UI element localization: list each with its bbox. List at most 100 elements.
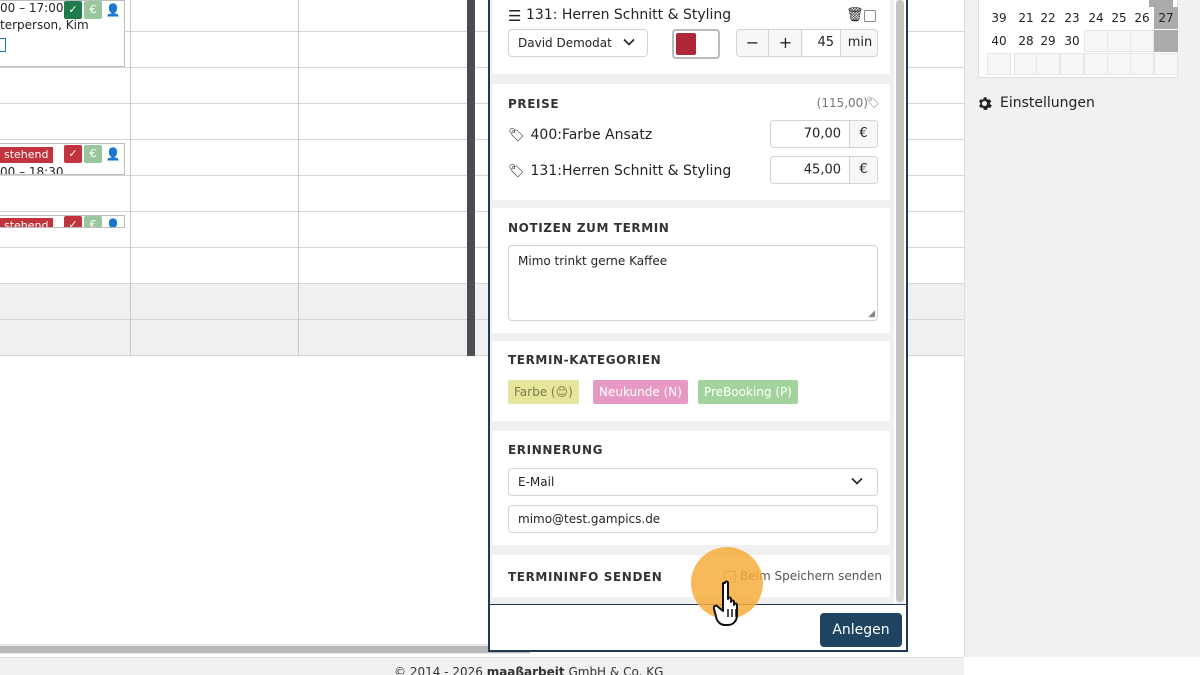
currency-label: € [849, 121, 877, 147]
reminder-email-value: mimo@test.gampics.de [518, 512, 661, 526]
euro-icon: € [84, 145, 102, 163]
duration-stepper[interactable]: − + 45 min [736, 29, 878, 57]
info-icon [0, 38, 6, 52]
tag-icon: 🏷 [866, 96, 880, 109]
calendar-day-empty [987, 53, 1011, 75]
calendar-day-selected-week [1154, 30, 1178, 52]
gear-icon [979, 96, 992, 110]
duration-input[interactable]: 45 [803, 30, 841, 56]
euro-icon: € [84, 1, 102, 19]
price-item: 🏷 400:Farbe Ansatz [508, 127, 652, 143]
calendar-day[interactable]: 26 [1130, 7, 1154, 29]
calendar-day-selected[interactable]: 27 [1154, 7, 1178, 29]
calendar-day-empty [1084, 30, 1108, 52]
drag-handle-icon[interactable]: ☰ [508, 7, 521, 25]
calendar-day-empty [1014, 53, 1038, 75]
reminder-email-input[interactable]: mimo@test.gampics.de [508, 505, 878, 533]
notes-value: Mimo trinkt gerne Kaffee [518, 254, 668, 268]
calendar-day-empty [1130, 30, 1154, 52]
calendar-day-empty [1060, 53, 1084, 75]
calendar-day-empty [1036, 53, 1060, 75]
horizontal-scrollbar-thumb[interactable] [0, 646, 530, 653]
category-chip-label: Farbe (😊) [514, 385, 573, 399]
confirmed-icon: ✓ [64, 145, 82, 163]
mini-calendar[interactable]: 39 21 22 23 24 25 26 27 40 28 29 30 [978, 0, 1178, 78]
appointment-time: 00 – 17:00 [0, 1, 64, 15]
price-item-label: 400:Farbe Ansatz [530, 127, 653, 143]
currency-label: € [849, 157, 877, 183]
calendar-day[interactable]: 30 [1060, 30, 1084, 52]
appointment-card[interactable]: stehend ✓ € 👤 [0, 215, 125, 228]
decrement-button[interactable]: − [737, 30, 769, 56]
footer-copyright: © 2014 - 2026 maaßarbeit GmbH & Co. KG [394, 665, 664, 675]
price-value: 70,00 [803, 126, 841, 142]
create-button[interactable]: Anlegen [820, 613, 902, 647]
calendar-day[interactable]: 23 [1060, 7, 1084, 29]
status-badge: stehend [0, 218, 53, 227]
calendar-week-number: 40 [991, 34, 1007, 48]
calendar-day-empty [1154, 53, 1178, 75]
send-info-title: TERMININFO SENDEN [508, 570, 663, 584]
service-title: 131: Herren Schnitt & Styling [526, 7, 732, 23]
prices-section: PREISE (115,00) 🏷 🏷 400:Farbe Ansatz 70,… [492, 84, 890, 200]
person-check-icon: 👤 [105, 147, 121, 161]
grid-column-divider [130, 0, 131, 356]
categories-title: TERMIN-KATEGORIEN [508, 353, 662, 367]
notes-textarea[interactable]: Mimo trinkt gerne Kaffee ◢ [508, 245, 878, 321]
trash-icon[interactable]: 🗑 [846, 7, 864, 23]
calendar-day[interactable]: 22 [1036, 7, 1060, 29]
staff-select[interactable]: David Demodat [508, 29, 648, 57]
resize-handle-icon[interactable]: ◢ [868, 309, 875, 319]
service-checkbox[interactable] [864, 10, 876, 22]
category-chip[interactable]: Farbe (😊) [508, 380, 579, 404]
calendar-day[interactable]: 28 [1014, 30, 1038, 52]
calendar-week-number: 39 [991, 11, 1007, 25]
prices-title: PREISE [508, 97, 560, 111]
duration-unit: min [847, 35, 873, 50]
increment-button[interactable]: + [770, 30, 802, 56]
calendar-day[interactable]: 29 [1036, 30, 1060, 52]
dialog-scrollbar-thumb[interactable] [896, 0, 904, 602]
confirmed-icon: ✓ [64, 1, 82, 19]
hand-cursor-icon [713, 580, 738, 626]
prices-total: (115,00) [816, 96, 868, 110]
chevron-down-icon [623, 37, 635, 50]
calendar-day-empty [1084, 53, 1108, 75]
category-chip[interactable]: Neukunde (N) [593, 380, 688, 404]
appointment-card[interactable]: 00 – 17:00 ✓ € 👤 terperson, Kim [0, 0, 125, 67]
price-item: 🏷 131:Herren Schnitt & Styling [508, 163, 731, 179]
reminder-section: ERINNERUNG E-Mail mimo@test.gampics.de [492, 431, 890, 545]
calendar-day[interactable]: 21 [1014, 7, 1038, 29]
appointment-time: 00 – 18:30 [0, 165, 64, 175]
service-section: ☰ 131: Herren Schnitt & Styling 🗑 David … [492, 0, 890, 74]
euro-icon: € [84, 216, 102, 227]
calendar-day-empty [1130, 53, 1154, 75]
price-value: 45,00 [803, 162, 841, 178]
staff-color-toggle[interactable] [672, 29, 720, 59]
calendar-day[interactable]: 24 [1084, 7, 1108, 29]
price-input[interactable]: 45,00 € [770, 156, 878, 184]
price-input[interactable]: 70,00 € [770, 120, 878, 148]
category-chip-label: Neukunde (N) [599, 385, 682, 399]
category-chip-label: PreBooking (P) [704, 385, 792, 399]
reminder-channel-value: E-Mail [518, 475, 555, 489]
settings-link[interactable]: Einstellungen [977, 95, 1095, 111]
staff-select-value: David Demodat [518, 36, 612, 50]
column-divider-bar [467, 0, 475, 356]
notes-section: NOTIZEN ZUM TERMIN Mimo trinkt gerne Kaf… [492, 208, 890, 333]
dialog-scroll-area[interactable]: ☰ 131: Herren Schnitt & Styling 🗑 David … [490, 0, 894, 604]
tag-icon: 🏷 [508, 163, 525, 179]
reminder-channel-select[interactable]: E-Mail [508, 468, 878, 496]
category-chip[interactable]: PreBooking (P) [698, 380, 798, 404]
calendar-day-empty [1107, 53, 1131, 75]
reminder-title: ERINNERUNG [508, 443, 604, 457]
staff-color-swatch [676, 33, 696, 55]
grid-column-divider [298, 0, 299, 356]
status-badge: stehend [0, 147, 53, 163]
tag-icon: 🏷 [508, 127, 525, 143]
calendar-day[interactable]: 25 [1107, 7, 1131, 29]
price-item-label: 131:Herren Schnitt & Styling [530, 163, 732, 179]
appointment-dialog: ☰ 131: Herren Schnitt & Styling 🗑 David … [488, 0, 908, 652]
person-check-icon: 👤 [105, 3, 121, 17]
appointment-card[interactable]: stehend ✓ € 👤 00 – 18:30 [0, 143, 125, 175]
